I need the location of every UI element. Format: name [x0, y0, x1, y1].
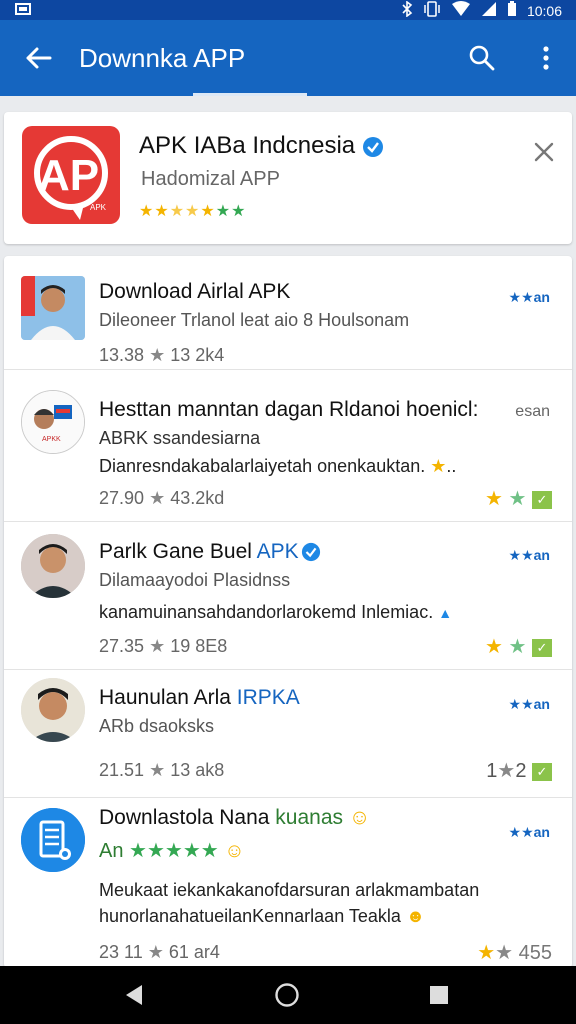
item-subtitle: ARb dsaoksks — [99, 716, 215, 736]
document-app-icon — [21, 808, 85, 872]
item-badge: ★★an — [508, 696, 550, 712]
nav-home-button[interactable] — [271, 979, 303, 1011]
person-photo-icon — [21, 276, 85, 340]
circle-home-icon — [275, 983, 299, 1007]
verified-badge-icon — [362, 136, 384, 163]
item-title: Haunulan Arla IRPKA — [99, 686, 300, 709]
check-icon: ✓ — [532, 490, 552, 509]
signal-icon — [481, 1, 497, 20]
list-item[interactable]: Parlk Gane Buel APK Dilamaayodoi Plasidn… — [4, 522, 572, 670]
page-title: Downnka APP — [79, 43, 246, 73]
featured-rating-stars: ★★★★★★★ — [139, 203, 247, 220]
battery-icon — [507, 1, 517, 20]
svg-text:APK: APK — [90, 203, 107, 212]
tab-indicator — [193, 93, 307, 96]
item-rating-stars: ★ ★ ✓ — [485, 634, 552, 659]
item-title: Download Airlal APK — [99, 280, 291, 303]
back-button[interactable] — [18, 38, 58, 78]
list-item[interactable]: APKK Hesttan manntan dagan Rldanoi hoeni… — [4, 370, 572, 522]
list-item[interactable]: Download Airlal APK Dileoneer Trlanol le… — [4, 256, 572, 370]
app-logo-icon: AP APK — [22, 126, 120, 224]
dismiss-button[interactable] — [528, 136, 560, 168]
item-subtitle: Dileoneer Trlanol leat aio 8 Houlsonam — [99, 310, 410, 330]
vibrate-icon — [423, 1, 441, 20]
person-photo-icon: APKK — [21, 390, 85, 454]
item-subtitle: ABRK ssandesiarna — [99, 428, 261, 448]
item-meta: 13.38 ★ 13 2k4 — [99, 345, 225, 365]
item-description: Dianresndakabalarlaiyetah onenkauktan. ★… — [99, 456, 457, 476]
wifi-icon — [451, 1, 471, 20]
item-subtitle: Dilamaayodoi Plasidnss — [99, 570, 291, 590]
clock: 10:06 — [526, 2, 562, 19]
more-vert-icon — [543, 46, 549, 70]
app-list: Download Airlal APK Dileoneer Trlanol le… — [4, 256, 572, 968]
check-icon: ✓ — [532, 762, 552, 781]
item-meta: 27.35 ★ 19 8E8 — [99, 636, 228, 656]
triangle-back-icon — [126, 985, 142, 1005]
search-icon — [469, 45, 495, 71]
item-badge: ★★an — [508, 824, 550, 840]
nav-recents-button[interactable] — [423, 979, 455, 1011]
featured-app-name: APK IABa Indcnesia — [139, 132, 356, 159]
search-button[interactable] — [462, 38, 502, 78]
verified-badge-icon — [301, 542, 321, 567]
arrow-left-icon — [26, 47, 52, 69]
emoji-icon: ☺ — [224, 840, 245, 862]
emoji-icon: ☺ — [348, 806, 371, 829]
close-icon — [534, 142, 554, 162]
featured-app-card[interactable]: AP APK APK IABa Indcnesia Hadomizal APP … — [4, 112, 572, 244]
notification-icon — [14, 1, 34, 17]
svg-text:AP: AP — [38, 151, 99, 200]
featured-app-subtitle: Hadomizal APP — [141, 168, 280, 190]
item-description: kanamuinansahdandorlarokemd Inlemiac. ▲ — [99, 602, 453, 622]
item-title: Hesttan manntan dagan Rldanoi hoenicl: — [99, 398, 479, 421]
system-nav-bar — [0, 966, 576, 1024]
check-icon: ✓ — [532, 638, 552, 657]
item-description-2: hunorlanahatueilanKennarlaan Teakla ☻ — [99, 906, 425, 926]
square-recents-icon — [430, 986, 448, 1004]
item-meta: 23 11 ★ 61 ar4 — [99, 942, 220, 962]
item-badge: ★★an — [508, 547, 550, 563]
item-rating-stars: ★ ★ ✓ — [485, 486, 552, 511]
item-title: Downlastola Nana kuanas ☺ — [99, 806, 371, 829]
nav-back-button[interactable] — [118, 979, 150, 1011]
item-rating-stars: 1★2 ✓ — [486, 758, 552, 783]
item-description: Meukaat iekankakanofdarsuran arlakmambat… — [99, 880, 480, 900]
item-meta: 21.51 ★ 13 ak8 — [99, 760, 225, 780]
list-item[interactable]: Haunulan Arla IRPKA ARb dsaoksks 21.51 ★… — [4, 670, 572, 798]
person-photo-icon — [21, 534, 85, 598]
list-item[interactable]: Downlastola Nana kuanas ☺ An ★★★★★ ☺ Meu… — [4, 798, 572, 968]
status-bar: 10:06 — [0, 0, 576, 20]
item-title-suffix: esan — [515, 403, 550, 420]
item-rating-stars: ★★ 455 — [477, 942, 552, 964]
svg-text:APKK: APKK — [42, 436, 61, 443]
bluetooth-icon — [401, 0, 413, 20]
item-badge: ★★an — [508, 289, 550, 305]
overflow-menu-button[interactable] — [526, 38, 566, 78]
item-meta: 27.90 ★ 43.2kd — [99, 488, 225, 508]
item-title: Parlk Gane Buel APK — [99, 540, 299, 563]
item-subtitle: An ★★★★★ ☺ — [99, 840, 245, 862]
person-photo-icon — [21, 678, 85, 742]
app-bar: Downnka APP — [0, 20, 576, 96]
